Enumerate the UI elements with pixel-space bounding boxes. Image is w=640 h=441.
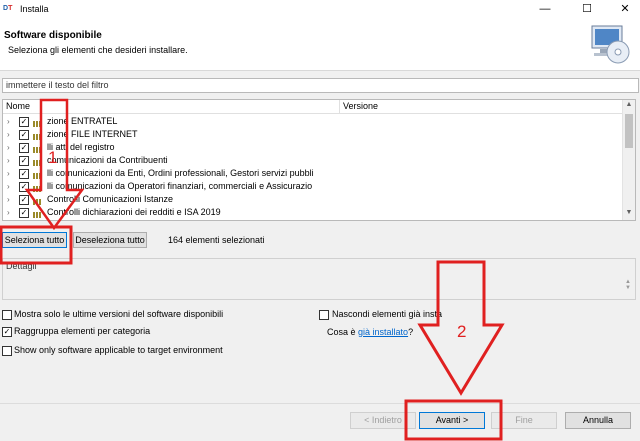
row-checkbox[interactable]: ✓ [19,117,29,127]
chevron-right-icon[interactable]: › [7,115,10,128]
row-label: zione ENTRATEL [47,116,118,126]
target-env-label: Show only software applicable to target … [14,345,223,355]
details-scroll-icon[interactable]: ▲ ▼ [625,279,631,291]
window-title: Installa [20,4,49,14]
details-label: Dettagli [6,261,37,271]
column-version[interactable]: Versione [339,100,625,114]
annotation-label-1: 1 [48,148,58,167]
row-label: zione FILE INTERNET [47,129,138,139]
whats-installed-suffix: ? [408,327,414,337]
row-checkbox[interactable]: ✓ [19,143,29,153]
package-icon [33,209,43,218]
scroll-up-icon[interactable]: ▲ [623,101,635,108]
wizard-header: Software disponibile Seleziona gli eleme… [0,18,640,71]
tree-row[interactable]: › ✓ zione FILE INTERNET [3,128,621,141]
deselect-all-button[interactable]: Deseleziona tutto [73,232,147,248]
app-icon: DT [3,5,13,12]
whats-installed: Cosa è già installato? [327,327,413,337]
chevron-right-icon[interactable]: › [7,193,10,206]
package-icon [33,183,43,192]
tree-row[interactable]: › ✓ lli atti del registro [3,141,621,154]
package-icon [33,144,43,153]
whats-installed-prefix: Cosa è [327,327,359,337]
tree-row[interactable]: › ✓ Controlli dichiarazioni dei redditi … [3,206,621,219]
group-by-category-checkbox[interactable]: ✓ [2,327,12,337]
already-installed-link[interactable]: già installato [358,327,408,337]
tree-row[interactable]: › ✓ lli comunicazioni da Operatori finan… [3,180,621,193]
software-tree[interactable]: Nome Versione › ✓ zione ENTRATEL › ✓ zio… [2,99,636,221]
chevron-right-icon[interactable]: › [7,180,10,193]
scrollbar-thumb[interactable] [625,114,633,148]
row-checkbox[interactable]: ✓ [19,195,29,205]
cancel-button[interactable]: Annulla [565,412,631,429]
target-env-checkbox[interactable] [2,346,12,356]
column-name[interactable]: Nome [3,100,342,114]
scroll-down-icon[interactable]: ▼ [623,209,635,216]
row-checkbox[interactable]: ✓ [19,130,29,140]
row-checkbox[interactable]: ✓ [19,156,29,166]
latest-only-label: Mostra solo le ultime versioni del softw… [14,309,224,319]
row-checkbox[interactable]: ✓ [19,208,29,218]
row-label: Controlli Comunicazioni Istanze [47,194,174,204]
hide-installed-checkbox[interactable] [319,310,329,320]
page-description: Seleziona gli elementi che desideri inst… [8,45,188,55]
chevron-right-icon[interactable]: › [7,128,10,141]
tree-scrollbar[interactable]: ▲ ▼ [622,100,635,220]
page-title: Software disponibile [4,30,102,41]
selected-count: 164 elementi selezionati [168,235,265,245]
title-bar: DT Installa — ☐ ✕ [0,0,640,18]
tree-row[interactable]: › ✓ zione ENTRATEL [3,115,621,128]
install-cd-icon [591,25,630,64]
package-icon [33,157,43,166]
close-button[interactable]: ✕ [610,1,640,17]
hide-installed-label: Nascondi elementi già insta [332,309,443,319]
chevron-right-icon[interactable]: › [7,206,10,219]
annotation-label-2: 2 [457,322,467,341]
tree-row[interactable]: › ✓ comunicazioni da Contribuenti [3,154,621,167]
row-label: Controlli dichiarazioni dei redditi e IS… [47,207,221,217]
row-label: comunicazioni da Contribuenti [47,155,168,165]
row-label: lli comunicazioni da Enti, Ordini profes… [47,168,314,178]
package-icon [33,196,43,205]
minimize-button[interactable]: — [530,1,560,17]
tree-row[interactable]: › ✓ lli comunicazioni da Enti, Ordini pr… [3,167,621,180]
chevron-right-icon[interactable]: › [7,154,10,167]
package-icon [33,131,43,140]
filter-input[interactable]: immettere il testo del filtro [2,78,639,93]
back-button[interactable]: < Indietro [350,412,416,429]
package-icon [33,170,43,179]
maximize-button[interactable]: ☐ [572,1,602,17]
package-icon [33,118,43,127]
chevron-right-icon[interactable]: › [7,167,10,180]
details-panel: Dettagli ▲ ▼ [2,258,636,300]
group-by-category-label: Raggruppa elementi per categoria [14,326,151,336]
select-all-button[interactable]: Seleziona tutto [2,232,67,248]
chevron-right-icon[interactable]: › [7,141,10,154]
row-checkbox[interactable]: ✓ [19,182,29,192]
latest-only-checkbox[interactable] [2,310,12,320]
finish-button[interactable]: Fine [491,412,557,429]
row-label: lli comunicazioni da Operatori finanziar… [47,181,313,191]
next-button[interactable]: Avanti > [419,412,485,429]
footer-divider [0,403,640,404]
tree-row[interactable]: › ✓ Controlli Comunicazioni Istanze [3,193,621,206]
row-checkbox[interactable]: ✓ [19,169,29,179]
